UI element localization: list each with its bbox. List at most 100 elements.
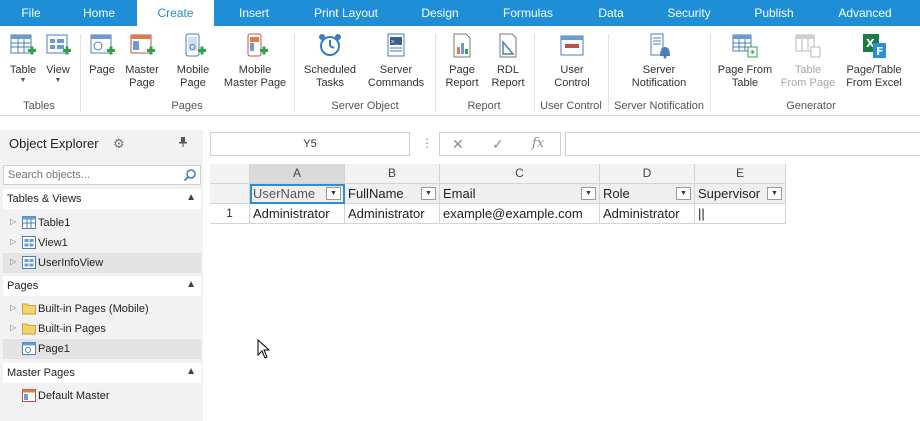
tab-formulas[interactable]: Formulas [490, 0, 566, 26]
page-report-icon [453, 33, 471, 58]
search-icon[interactable] [183, 168, 197, 182]
page-from-table-button[interactable]: Page From Table [714, 32, 776, 90]
table-cell[interactable]: || [695, 204, 786, 224]
field-name: Supervisor [698, 186, 761, 201]
expand-icon[interactable]: ▷ [10, 303, 16, 312]
filter-dropdown-icon[interactable]: ▼ [581, 187, 596, 200]
group-label-generator: Generator [786, 100, 836, 112]
cancel-icon[interactable]: ✕ [452, 136, 464, 153]
tab-data[interactable]: Data [582, 0, 640, 26]
chevron-up-icon[interactable]: ▲ [186, 279, 196, 290]
tab-security[interactable]: Security [655, 0, 723, 26]
tree-item-built-in-pages-mobile[interactable]: ▷ Built-in Pages (Mobile) [3, 299, 201, 319]
filter-dropdown-icon[interactable]: ▼ [676, 187, 691, 200]
mobile-master-page-button[interactable]: Mobile Master Page [219, 32, 291, 90]
page-table-from-excel-label-line2: From Excel [846, 77, 902, 89]
expand-icon[interactable]: ▷ [10, 237, 16, 246]
tab-insert[interactable]: Insert [222, 0, 286, 26]
confirm-icon[interactable]: ✓ [492, 136, 504, 153]
chevron-up-icon[interactable]: ▲ [186, 366, 196, 377]
mobile-master-page-button-label-line2: Master Page [223, 77, 287, 89]
tree-item-userinfoview[interactable]: ▷ UserInfoView [3, 253, 201, 273]
gear-icon[interactable]: ⚙ [113, 136, 125, 152]
server-notification-button[interactable]: Server Notification [620, 32, 698, 90]
filter-dropdown-icon[interactable]: ▼ [326, 187, 341, 200]
tab-file[interactable]: File [0, 0, 62, 26]
table-header-cell[interactable]: Role ▼ [600, 184, 695, 204]
column-header-a[interactable]: A [250, 164, 345, 184]
tree-item-label: Built-in Pages (Mobile) [38, 303, 149, 315]
section-pages[interactable]: Pages ▲ [3, 276, 201, 296]
mobile-page-button[interactable]: Mobile Page [171, 32, 215, 90]
page-report-button[interactable]: Page Report [440, 32, 484, 90]
ribbon: Table ▼ View ▼ Tables Page Master Page M… [0, 26, 920, 116]
user-control-label-line1: User [560, 64, 584, 76]
rdl-report-button[interactable]: RDL Report [486, 32, 530, 90]
tree-item-built-in-pages[interactable]: ▷ Built-in Pages [3, 319, 201, 339]
table-header-cell[interactable]: Supervisor ▼ [695, 184, 786, 204]
table-cell[interactable]: Administrator [600, 204, 695, 224]
view-button[interactable]: View ▼ [42, 32, 74, 85]
server-commands-label-line1: Server [379, 64, 413, 76]
column-header-c[interactable]: C [440, 164, 600, 184]
rdl-report-icon [499, 33, 517, 58]
server-commands-button[interactable]: >_ Server Commands [364, 32, 428, 90]
tab-advanced[interactable]: Advanced [826, 0, 904, 26]
tab-publish[interactable]: Publish [740, 0, 808, 26]
table-header-cell[interactable]: FullName ▼ [345, 184, 440, 204]
tree-item-view1[interactable]: ▷ View1 [3, 233, 201, 253]
tree-item-label: Table1 [38, 217, 71, 229]
column-header-e[interactable]: E [695, 164, 786, 184]
tree-item-default-master[interactable]: Default Master [3, 386, 201, 406]
user-control-button[interactable]: User Control [544, 32, 600, 90]
tab-home[interactable]: Home [68, 0, 130, 26]
column-header-b[interactable]: B [345, 164, 440, 184]
mobile-master-page-icon [247, 33, 268, 57]
search-objects-input[interactable] [4, 166, 174, 184]
table-button[interactable]: Table ▼ [3, 32, 43, 85]
page-table-from-excel-button[interactable]: XF Page/Table From Excel [842, 32, 906, 90]
formula-input[interactable] [565, 132, 920, 156]
tab-create[interactable]: Create [137, 0, 214, 27]
row-header-1[interactable]: 1 [210, 204, 250, 224]
mobile-master-page-button-label-line1: Mobile [238, 64, 272, 76]
column-header-d[interactable]: D [600, 164, 695, 184]
view-icon [22, 256, 36, 269]
table-cell[interactable]: example@example.com [440, 204, 600, 224]
server-commands-label-line2: Commands [367, 77, 425, 89]
chevron-up-icon[interactable]: ▲ [186, 192, 196, 203]
group-label-report: Report [467, 100, 501, 112]
filter-dropdown-icon[interactable]: ▼ [421, 187, 436, 200]
grid-corner[interactable] [210, 164, 250, 184]
table-icon [22, 216, 36, 229]
expand-icon[interactable]: ▷ [10, 217, 16, 226]
tab-print-layout[interactable]: Print Layout [303, 0, 389, 26]
tree-item-table1[interactable]: ▷ Table1 [3, 213, 201, 233]
alarm-clock-icon [319, 34, 341, 56]
scheduled-tasks-button[interactable]: Scheduled Tasks [299, 32, 361, 90]
page-button[interactable]: Page [84, 32, 120, 77]
table-cell[interactable]: Administrator [345, 204, 440, 224]
row-header-blank[interactable] [210, 184, 250, 204]
tree-item-page1[interactable]: Page1 [3, 339, 201, 359]
filter-dropdown-icon[interactable]: ▼ [767, 187, 782, 200]
expand-icon[interactable]: ▷ [10, 257, 16, 266]
rdl-report-label-line2: Report [491, 77, 525, 89]
pin-icon[interactable] [178, 136, 188, 151]
group-label-tables: Tables [23, 100, 55, 112]
table-from-page-button[interactable]: Table From Page [778, 32, 838, 90]
server-notification-icon [650, 33, 670, 59]
master-page-button[interactable]: Master Page [121, 32, 163, 90]
expand-icon[interactable]: ▷ [10, 323, 16, 332]
table-header-cell[interactable]: Email ▼ [440, 184, 600, 204]
section-tables-views[interactable]: Tables & Views ▲ [3, 189, 201, 209]
table-header-cell[interactable]: UserName ▼ [250, 184, 345, 204]
insert-function-icon[interactable]: fx [532, 136, 544, 151]
cell-name-box[interactable]: Y5 [210, 132, 410, 156]
object-explorer-title: Object Explorer [9, 136, 99, 151]
group-label-server-notification: Server Notification [614, 100, 704, 112]
tab-design[interactable]: Design [405, 0, 475, 26]
table-cell[interactable]: Administrator [250, 204, 345, 224]
tree-item-label: Built-in Pages [38, 323, 106, 335]
section-master-pages[interactable]: Master Pages ▲ [3, 363, 201, 383]
